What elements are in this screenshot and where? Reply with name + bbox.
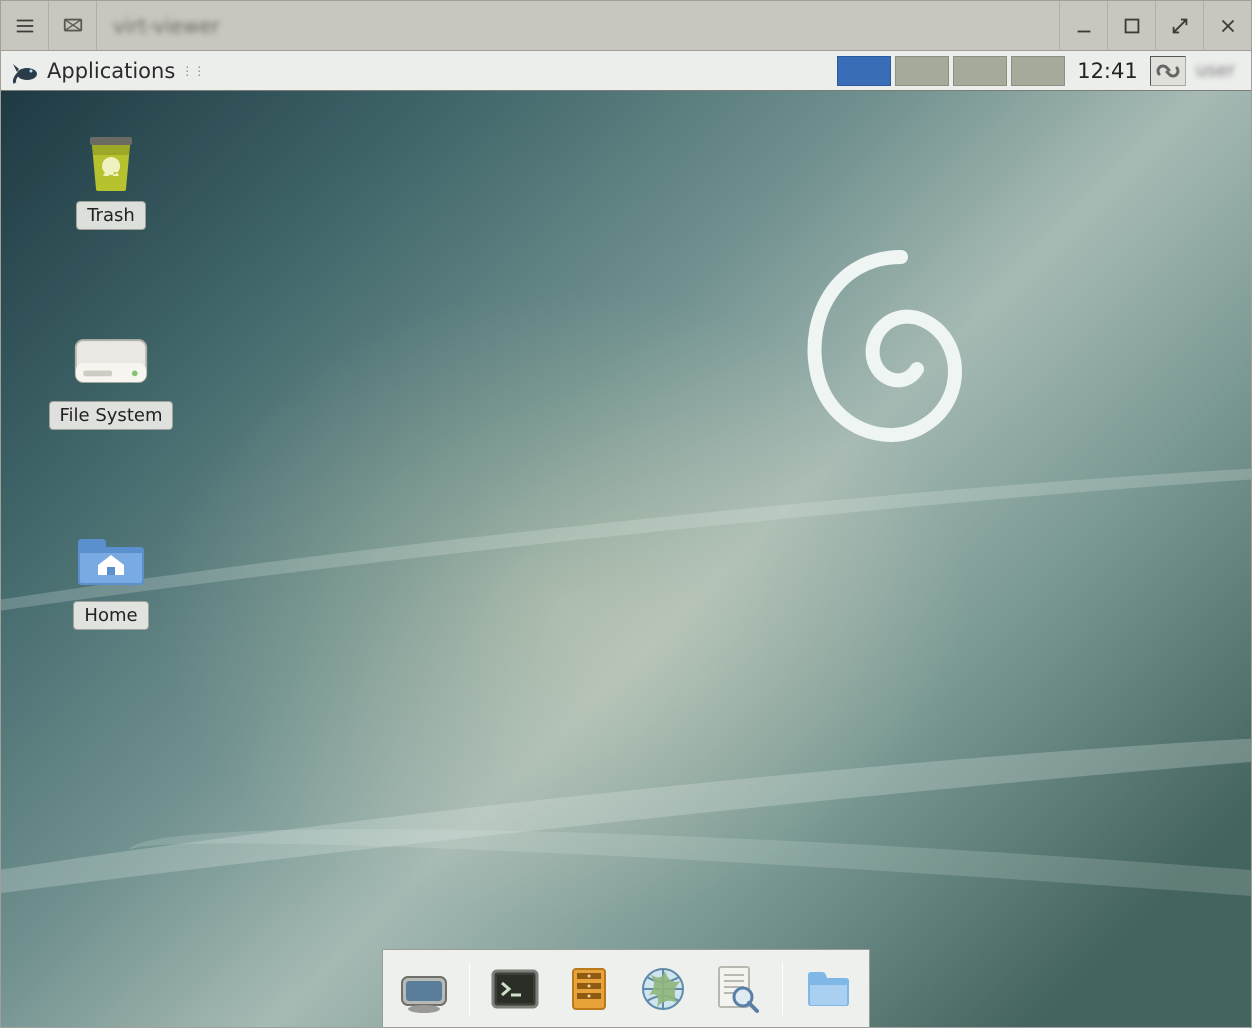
display-icon [62,15,84,37]
folder-icon [802,963,854,1015]
applications-menu-label: Applications [47,59,175,83]
xfce-mouse-icon [11,57,43,85]
applications-menu-button[interactable]: Applications ⋮⋮ [5,51,211,90]
desktop-wallpaper[interactable]: Trash File System [1,91,1251,1027]
maximize-button[interactable] [1107,1,1155,50]
chain-link-icon [1155,60,1181,82]
dock-web-browser[interactable] [634,960,692,1018]
dock-separator [469,963,470,1015]
user-menu[interactable]: user [1190,60,1247,81]
web-browser-icon [637,963,689,1015]
workspace-2[interactable] [895,56,949,86]
wallpaper-wave [1,417,1251,745]
search-icon [711,963,763,1015]
desktop-icon-label: Trash [76,201,146,230]
outer-window-titlebar[interactable]: virt-viewer [1,1,1251,51]
desktop-icon-file-system[interactable]: File System [41,331,181,430]
workspace-3[interactable] [953,56,1007,86]
network-indicator[interactable] [1150,56,1186,86]
hamburger-icon [14,15,36,37]
desktop-icon-home[interactable]: Home [41,531,181,630]
debian-swirl-logo [801,241,1001,481]
close-button[interactable] [1203,1,1251,50]
outer-vm-window: virt-viewer [0,0,1252,1028]
drive-icon [72,331,150,393]
desktop-icon-trash[interactable]: Trash [41,131,181,230]
hamburger-menu-button[interactable] [1,1,49,50]
desktop-icon-label: File System [49,401,174,430]
workspace-1[interactable] [837,56,891,86]
home-folder-icon [72,531,150,593]
xfce-top-panel: Applications ⋮⋮ 12:41 user [1,51,1251,91]
dock-file-manager[interactable] [560,960,618,1018]
terminal-icon [489,963,541,1015]
fullscreen-icon [1169,15,1191,37]
panel-handle-icon: ⋮⋮ [181,64,205,78]
dock-folder[interactable] [799,960,857,1018]
maximize-icon [1121,15,1143,37]
fullscreen-button[interactable] [1155,1,1203,50]
clock[interactable]: 12:41 [1069,59,1146,83]
outer-window-title: virt-viewer [97,1,236,50]
close-icon [1217,15,1239,37]
dock-show-desktop[interactable] [395,960,453,1018]
sendkey-button[interactable] [49,1,97,50]
minimize-button[interactable] [1059,1,1107,50]
workspace-switcher [837,56,1065,86]
minimize-icon [1073,15,1095,37]
trash-icon [72,131,150,193]
desktop-icon-label: Home [73,601,148,630]
workspace-4[interactable] [1011,56,1065,86]
dock-separator [782,963,783,1015]
dock-terminal[interactable] [486,960,544,1018]
guest-display: Applications ⋮⋮ 12:41 user [1,51,1251,1027]
xfce-bottom-dock [382,949,870,1027]
file-manager-icon [563,963,615,1015]
show-desktop-icon [398,963,450,1015]
dock-search[interactable] [708,960,766,1018]
